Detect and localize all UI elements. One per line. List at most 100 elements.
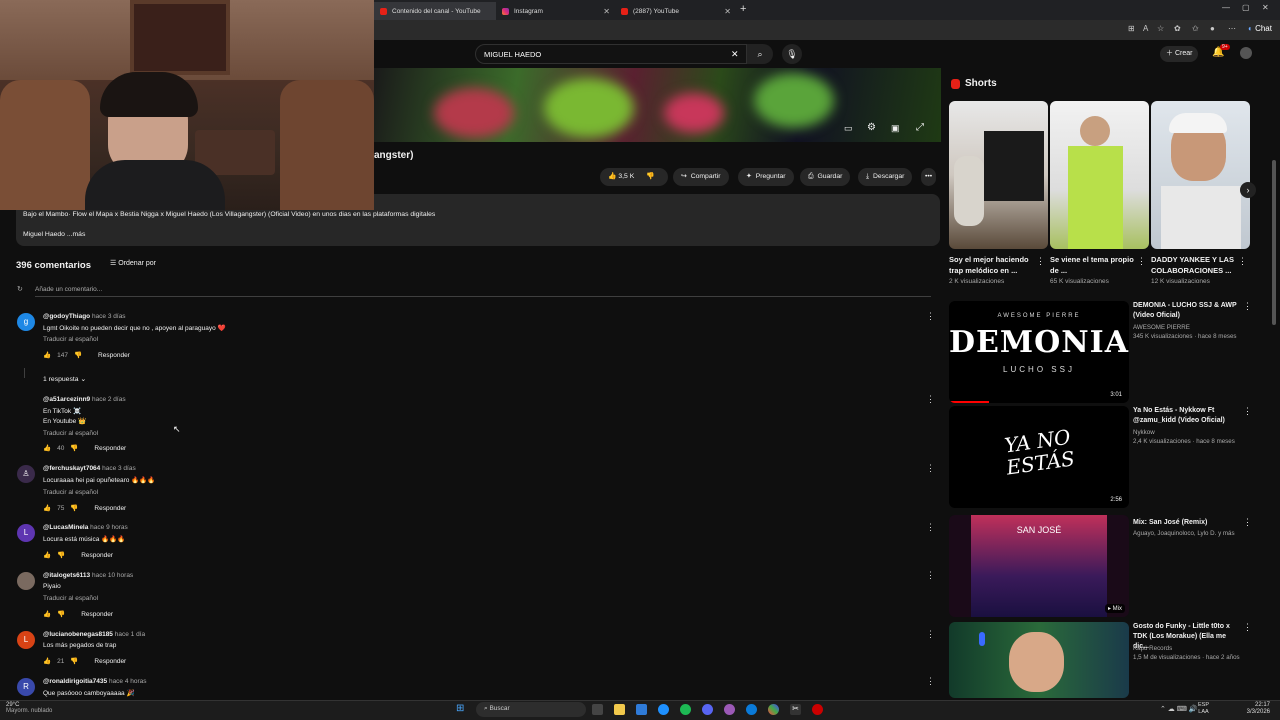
channel-name[interactable]: Kapú Records <box>1133 644 1253 653</box>
channel-name[interactable]: Aguayo, Joaquinoloco, Lylo D. y más <box>1133 529 1253 538</box>
thumbs-up-icon[interactable]: 👍 <box>43 657 51 665</box>
scrollbar[interactable] <box>1272 160 1276 325</box>
edge-icon[interactable] <box>658 704 669 715</box>
download-button[interactable]: ⤓ Descargar <box>858 168 913 186</box>
thumbs-up-icon[interactable]: 👍 <box>43 444 51 452</box>
thumbs-up-icon[interactable]: 👍 <box>43 610 51 618</box>
comment-time[interactable]: hace 3 días <box>102 465 136 472</box>
channel-name[interactable]: AWESOME PIERRE <box>1133 323 1253 332</box>
store-icon[interactable] <box>636 704 647 715</box>
obs-icon[interactable] <box>812 704 823 715</box>
short-title[interactable]: DADDY YANKEE Y LAS COLABORACIONES ... <box>1151 254 1239 276</box>
short-menu-icon[interactable]: ⋮ <box>1238 256 1247 267</box>
short-thumbnail[interactable] <box>1050 101 1149 249</box>
comment-menu-icon[interactable]: ⋮ <box>926 463 935 474</box>
spotify-icon[interactable] <box>680 704 691 715</box>
task-view-icon[interactable] <box>592 704 603 715</box>
comment-author[interactable]: @ronaldirigoitia7435 <box>43 678 107 685</box>
video-menu-icon[interactable]: ⋮ <box>1243 406 1252 417</box>
favorite-star-icon[interactable]: ☆ <box>1157 24 1164 33</box>
comment-menu-icon[interactable]: ⋮ <box>926 522 935 533</box>
video-thumbnail[interactable]: YA NO ESTÁS 2:56 <box>949 406 1129 508</box>
show-more-link[interactable]: ...más <box>67 231 86 238</box>
language-indicator[interactable]: ESP LAA <box>1198 702 1209 716</box>
favorites-icon[interactable]: ✩ <box>1192 24 1199 33</box>
comment-menu-icon[interactable]: ⋮ <box>926 629 935 640</box>
comment-time[interactable]: hace 4 horas <box>109 678 147 685</box>
thumbs-down-icon[interactable]: 👎 <box>57 551 65 559</box>
chrome-icon[interactable] <box>768 704 779 715</box>
tray-icons[interactable]: ⌃ ☁ ⌨ 🔊 <box>1160 705 1198 713</box>
comment-author[interactable]: @godoyThiago <box>43 313 90 320</box>
voice-search-button[interactable]: 🎙 <box>782 44 802 64</box>
video-thumbnail[interactable]: AWESOME PIERRE DEMONIA LUCHO SSJ 3:01 <box>949 301 1129 403</box>
clear-search-icon[interactable]: ✕ <box>731 49 739 60</box>
video-title[interactable]: Mix: San José (Remix) <box>1133 518 1241 528</box>
comment-time[interactable]: hace 3 días <box>92 313 126 320</box>
translate-link[interactable]: Traducir al español <box>43 595 98 602</box>
short-thumbnail[interactable] <box>1151 101 1250 249</box>
short-title[interactable]: Se viene el tema propio de ... <box>1050 254 1138 276</box>
dislike-button[interactable]: 👎 <box>646 168 654 186</box>
comment-time[interactable]: hace 1 día <box>115 631 145 638</box>
minimize-icon[interactable]: — <box>1222 3 1230 12</box>
ask-button[interactable]: ✦ Preguntar <box>738 168 794 186</box>
capcut-icon[interactable]: ✂ <box>790 704 801 715</box>
settings-gear-icon[interactable]: ⚙ <box>867 122 876 133</box>
share-button[interactable]: ↪ Compartir <box>673 168 729 186</box>
create-button[interactable]: ＋ Crear <box>1160 46 1199 62</box>
more-actions-button[interactable]: ••• <box>921 168 937 186</box>
short-title[interactable]: Soy el mejor haciendo trap melódico en .… <box>949 254 1037 276</box>
add-comment-input[interactable]: Añade un comentario... <box>35 286 102 293</box>
comment-author[interactable]: @LucasMinela <box>43 524 88 531</box>
more-icon[interactable]: ⋯ <box>1228 24 1236 33</box>
avatar[interactable]: ♙ <box>17 465 35 483</box>
comment-time[interactable]: hace 9 horas <box>90 524 128 531</box>
translate-link[interactable]: Traducir al español <box>43 489 98 496</box>
subtitles-icon[interactable]: ▭ <box>844 123 853 134</box>
reply-button[interactable]: Responder <box>81 552 113 559</box>
comment-author[interactable]: @italogets6113 <box>43 572 90 579</box>
replies-toggle[interactable]: 1 respuesta ⌄ <box>43 375 86 383</box>
avatar[interactable]: g <box>17 313 35 331</box>
thumbs-up-icon[interactable]: 👍 <box>43 551 51 559</box>
thumbs-down-icon[interactable]: 👎 <box>70 657 78 665</box>
thumbs-down-icon[interactable]: 👎 <box>57 610 65 618</box>
video-thumbnail[interactable] <box>949 622 1129 698</box>
fullscreen-icon[interactable]: ⤢ <box>916 122 924 133</box>
like-button[interactable]: 👍 3,5 K <box>608 168 634 186</box>
thumbs-up-icon[interactable]: 👍 <box>43 351 51 359</box>
thumbs-up-icon[interactable]: 👍 <box>43 504 51 512</box>
file-explorer-icon[interactable] <box>614 704 625 715</box>
avatar[interactable]: L <box>17 524 35 542</box>
windows-start-icon[interactable]: ⊞ <box>456 703 468 715</box>
search-button[interactable]: ⌕ <box>747 44 773 64</box>
copilot-button[interactable]: ◐ Chat <box>1248 24 1272 33</box>
avatar[interactable] <box>1240 47 1252 59</box>
short-thumbnail[interactable] <box>949 101 1048 249</box>
notifications-button[interactable]: 🔔 9+ <box>1212 44 1230 58</box>
read-aloud-icon[interactable]: A <box>1143 24 1148 33</box>
sort-button[interactable]: ☰ Ordenar por <box>110 259 156 267</box>
comment-author[interactable]: @lucianobenegas8185 <box>43 631 113 638</box>
short-menu-icon[interactable]: ⋮ <box>1036 256 1045 267</box>
search-input[interactable]: MIGUEL HAEDO ✕ <box>475 44 747 64</box>
short-menu-icon[interactable]: ⋮ <box>1137 256 1146 267</box>
video-title[interactable]: Ya No Estás - Nykkow Ft @zamu_kidd (Vide… <box>1133 406 1241 426</box>
shorts-next-button[interactable]: › <box>1240 182 1256 198</box>
comment-menu-icon[interactable]: ⋮ <box>926 311 935 322</box>
reply-button[interactable]: Responder <box>98 352 130 359</box>
comment-menu-icon[interactable]: ⋮ <box>926 394 935 405</box>
translate-link[interactable]: Traducir al español <box>43 430 98 437</box>
taskbar-search[interactable]: ⌕ Buscar <box>476 702 586 717</box>
close-tab-icon[interactable]: ✕ <box>724 7 731 16</box>
video-title[interactable]: DEMONIA - LUCHO SSJ & AWP (Video Oficial… <box>1133 301 1241 321</box>
tab-instagram[interactable]: Instagram ✕ <box>496 2 614 20</box>
tab-youtube-studio[interactable]: Contenido del canal - YouTube Studio <box>374 2 496 20</box>
comment-time[interactable]: hace 10 horas <box>92 572 133 579</box>
discord-icon[interactable] <box>702 704 713 715</box>
comment-menu-icon[interactable]: ⋮ <box>926 676 935 687</box>
new-tab-button[interactable]: + <box>740 3 746 15</box>
comment-menu-icon[interactable]: ⋮ <box>926 570 935 581</box>
tab-youtube[interactable]: (2887) YouTube ✕ <box>615 2 735 20</box>
